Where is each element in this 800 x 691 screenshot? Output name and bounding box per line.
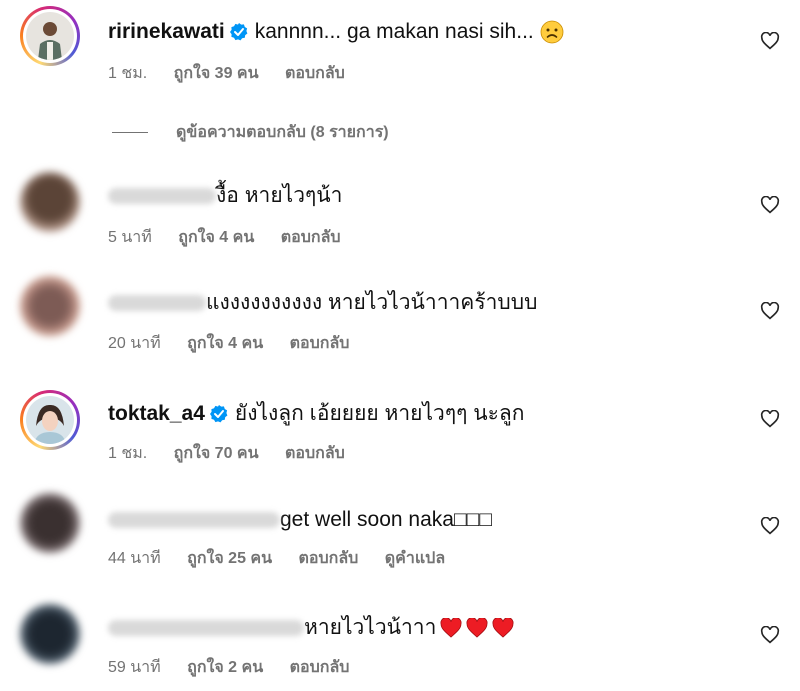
avatar[interactable] [20, 390, 80, 450]
reply-button[interactable]: ตอบกลับ [285, 65, 345, 82]
verified-badge-icon [229, 23, 248, 41]
comment-time[interactable]: 1 ชม. [108, 65, 147, 82]
divider [112, 132, 148, 133]
view-replies-button[interactable]: ดูข้อความตอบกลับ (8 รายการ) [112, 120, 389, 145]
avatar[interactable] [20, 6, 80, 66]
comment-time[interactable]: 44 นาที [108, 550, 161, 567]
like-count[interactable]: ถูกใจ 4 คน [178, 229, 254, 246]
heart-outline-icon[interactable] [760, 517, 780, 535]
comment-text: หายไวไวน้าาา [304, 616, 437, 639]
reply-button[interactable]: ตอบกลับ [281, 229, 341, 246]
reply-button[interactable]: ตอบกลับ [285, 445, 345, 462]
heart-outline-icon[interactable] [760, 196, 780, 214]
like-count[interactable]: ถูกใจ 2 คน [187, 659, 263, 676]
comment-text: งื้อ หายไวๆน้า [216, 184, 343, 207]
reply-button[interactable]: ตอบกลับ [299, 550, 359, 567]
heart-outline-icon[interactable] [760, 32, 780, 50]
username-blurred[interactable] [108, 188, 216, 204]
username[interactable]: ririnekawati [108, 18, 225, 46]
like-count[interactable]: ถูกใจ 4 คน [187, 335, 263, 352]
comment-time[interactable]: 59 นาที [108, 659, 161, 676]
heart-outline-icon[interactable] [760, 410, 780, 428]
like-count[interactable]: ถูกใจ 39 คน [174, 65, 259, 82]
like-count[interactable]: ถูกใจ 70 คน [174, 445, 259, 462]
red-heart-emoji [440, 618, 462, 638]
username-blurred[interactable] [108, 620, 304, 636]
red-heart-emoji [492, 618, 514, 638]
username-blurred[interactable] [108, 295, 206, 311]
view-replies-label: ดูข้อความตอบกลับ (8 รายการ) [176, 124, 389, 141]
avatar[interactable] [20, 604, 80, 664]
comment-time[interactable]: 5 นาที [108, 229, 152, 246]
comment-time[interactable]: 1 ชม. [108, 445, 147, 462]
translate-button[interactable]: ดูคำแปล [385, 550, 445, 567]
reply-button[interactable]: ตอบกลับ [290, 659, 350, 676]
comment-text: kannnn... ga makan nasi sih... [254, 20, 534, 43]
verified-badge-icon [209, 405, 228, 423]
like-count[interactable]: ถูกใจ 25 คน [187, 550, 272, 567]
avatar[interactable] [20, 172, 80, 232]
red-heart-emoji [466, 618, 488, 638]
comment-time[interactable]: 20 นาที [108, 335, 161, 352]
comment-text: ยังไงลูก เอ้ยยยย หายไวๆๆ นะลูก [234, 402, 525, 425]
username-blurred[interactable] [108, 512, 280, 528]
heart-outline-icon[interactable] [760, 302, 780, 320]
sad-face-emoji [540, 20, 564, 44]
avatar[interactable] [20, 493, 80, 553]
heart-outline-icon[interactable] [760, 626, 780, 644]
comment-text: แงงงงงงงงงง หายไวไวน้าาาคร้าบบบ [206, 291, 538, 314]
comment-text: get well soon naka□□□ [280, 508, 492, 531]
avatar[interactable] [20, 276, 80, 336]
username[interactable]: toktak_a4 [108, 400, 205, 428]
reply-button[interactable]: ตอบกลับ [290, 335, 350, 352]
